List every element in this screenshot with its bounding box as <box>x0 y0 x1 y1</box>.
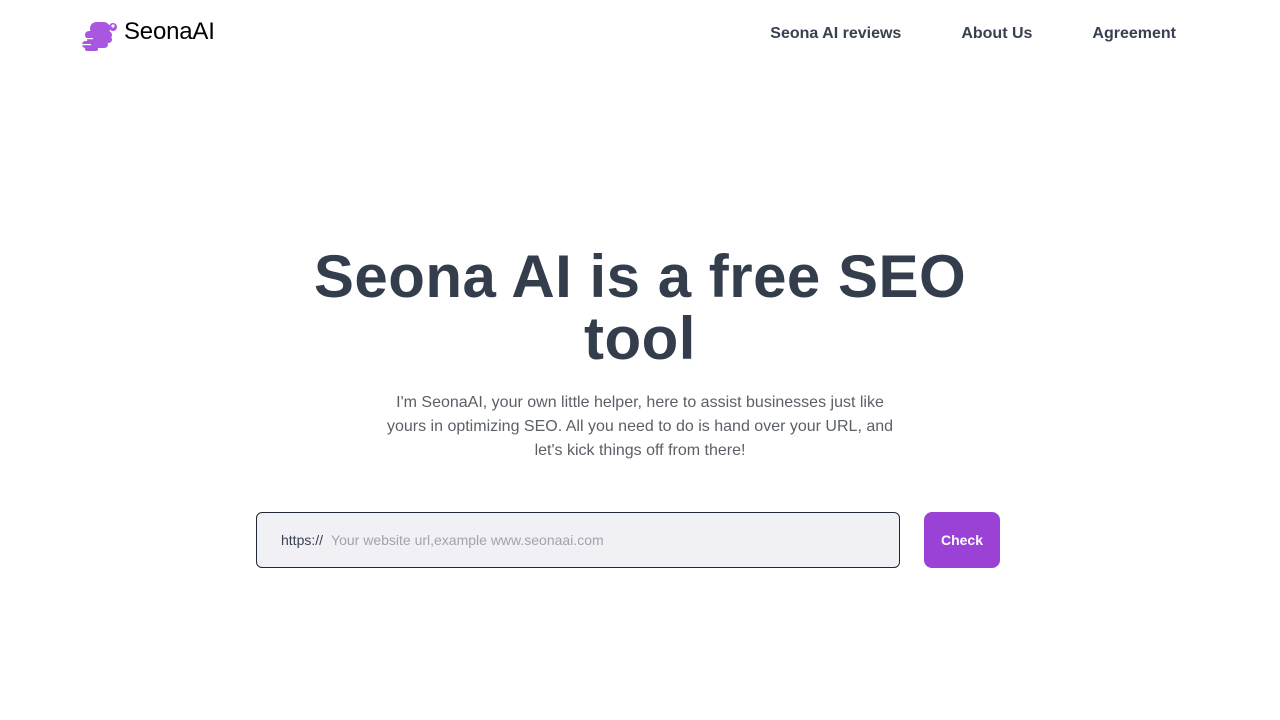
hero-subtitle: I'm SeonaAI, your own little helper, her… <box>386 394 894 459</box>
snake-icon <box>82 22 117 51</box>
nav-link-agreement[interactable]: Agreement <box>1092 24 1176 44</box>
nav-link-about-us[interactable]: About Us <box>961 24 1032 44</box>
check-button[interactable]: Check <box>924 512 1000 568</box>
brand-name: SeonaAI <box>124 18 215 45</box>
url-input[interactable] <box>331 513 899 567</box>
brand-link[interactable]: SeonaAI <box>82 18 215 52</box>
site-header: SeonaAI Seona AI reviews About Us Agreem… <box>0 0 1280 70</box>
url-prefix: https:// <box>281 532 324 548</box>
hero-title: Seona AI is a free SEO tool <box>313 243 967 372</box>
url-search-box: https:// <box>256 512 900 568</box>
nav-link-reviews[interactable]: Seona AI reviews <box>770 24 901 44</box>
main-nav: Seona AI reviews About Us Agreement <box>770 24 1176 44</box>
